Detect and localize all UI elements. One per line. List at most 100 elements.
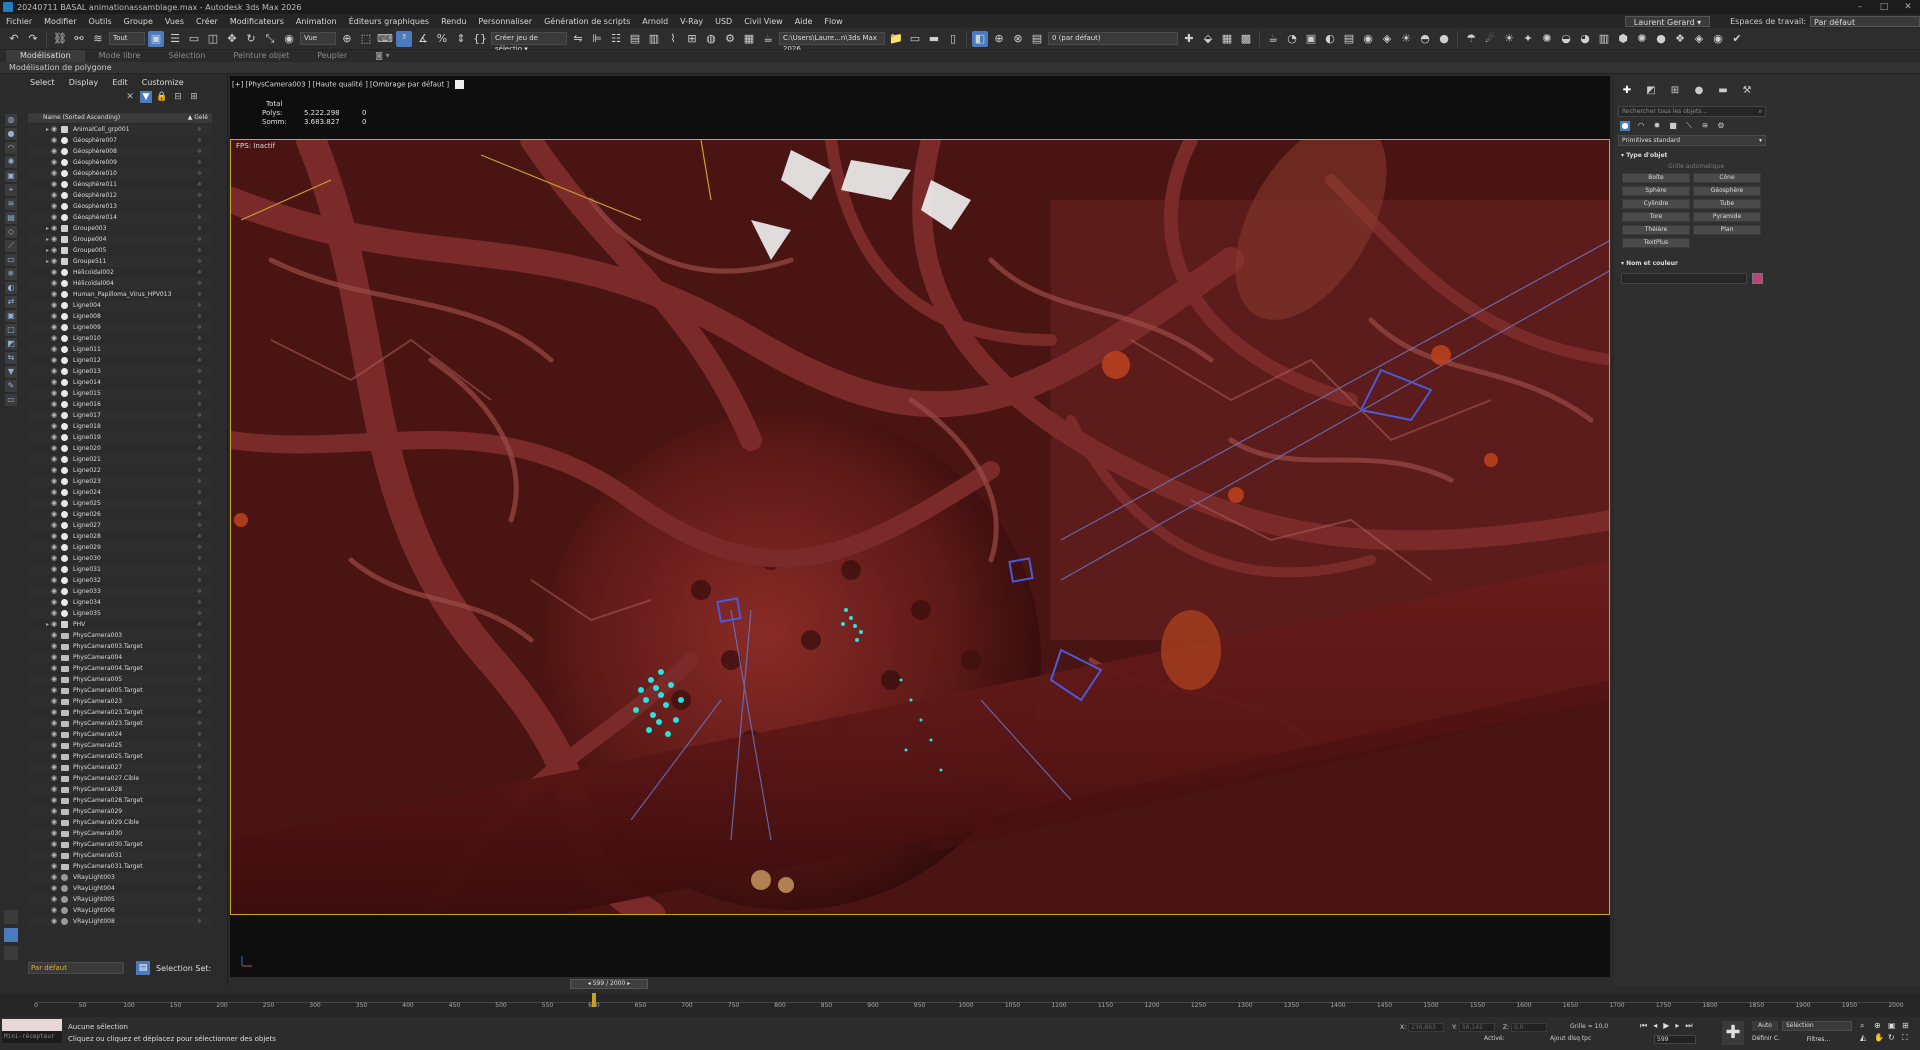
freeze-toggle-icon[interactable]: ❄ (197, 608, 202, 619)
track-bar-ruler[interactable]: 0501001502002503003504004505005506006507… (34, 993, 1904, 1009)
visibility-eye-icon[interactable]: ◉ (51, 399, 57, 410)
freeze-toggle-icon[interactable]: ❄ (197, 465, 202, 476)
visibility-eye-icon[interactable]: ◉ (51, 564, 57, 575)
freeze-toggle-icon[interactable]: ❄ (197, 476, 202, 487)
curve-editor-icon[interactable]: ⌇ (665, 31, 681, 47)
freeze-toggle-icon[interactable]: ❄ (197, 806, 202, 817)
freeze-toggle-icon[interactable]: ❄ (197, 179, 202, 190)
rect-selection-icon[interactable]: ▭ (186, 31, 202, 47)
expand-arrow-icon[interactable]: ▸ (46, 256, 49, 267)
arnold-render-icon[interactable]: ⬢ (1615, 31, 1631, 47)
visibility-eye-icon[interactable]: ◉ (51, 729, 57, 740)
vray-check-icon[interactable]: ✔ (1729, 31, 1745, 47)
visibility-eye-icon[interactable]: ◉ (51, 135, 57, 146)
menu-animation[interactable]: Animation (290, 17, 343, 26)
lights-category-icon[interactable]: ✹ (1652, 121, 1662, 131)
vray-sun-icon[interactable]: ● (1436, 31, 1452, 47)
scene-tree-row[interactable]: ▸ ◉ Groupe003 ❄ (28, 223, 212, 234)
maxscript-output[interactable] (2, 1019, 62, 1031)
visibility-eye-icon[interactable]: ◉ (51, 509, 57, 520)
scene-tree-row[interactable]: ◉ Ligne004 ❄ (28, 300, 212, 311)
viewport-menu-icon[interactable] (455, 80, 465, 89)
freeze-toggle-icon[interactable]: ❄ (197, 828, 202, 839)
box-button[interactable]: Boîte (1622, 173, 1690, 183)
arnold-mesh-icon[interactable]: ✦ (1520, 31, 1536, 47)
visibility-eye-icon[interactable]: ◉ (51, 531, 57, 542)
pan-icon[interactable]: ✋ (1874, 1033, 1886, 1043)
viewport-label[interactable]: [+] [PhysCamera003 ] [Haute qualité ] [O… (232, 80, 465, 89)
explorer-menu-edit[interactable]: Edit (112, 78, 128, 87)
unlink-icon[interactable]: ⚯ (71, 31, 87, 47)
go-to-end-icon[interactable]: ⏭ (1685, 1021, 1692, 1031)
visibility-eye-icon[interactable]: ◉ (51, 432, 57, 443)
visibility-eye-icon[interactable]: ◉ (51, 740, 57, 751)
visibility-eye-icon[interactable]: ◉ (51, 718, 57, 729)
object-name-input[interactable] (1621, 273, 1747, 284)
menu-usd[interactable]: USD (709, 17, 738, 26)
vray-material-icon[interactable]: ◉ (1360, 31, 1376, 47)
pivot-center-icon[interactable]: ⊕ (339, 31, 355, 47)
tab-peinture-objet[interactable]: Peinture objet (219, 50, 303, 62)
visibility-eye-icon[interactable]: ◉ (51, 410, 57, 421)
viewport-render[interactable] (230, 139, 1610, 915)
mini-listener-input[interactable]: Mini-récepteur (2, 1031, 62, 1043)
freeze-toggle-icon[interactable]: ❄ (197, 157, 202, 168)
selection-filter-dropdown[interactable]: Tout (109, 32, 145, 45)
select-none-icon[interactable]: □ (5, 324, 17, 336)
visibility-eye-icon[interactable]: ◉ (51, 828, 57, 839)
scene-tree-row[interactable]: ◉ PhysCamera027.Cible ❄ (28, 773, 212, 784)
motion-tab-icon[interactable]: ● (1692, 84, 1706, 98)
scene-tree-row[interactable]: ◉ VRayLight004 ❄ (28, 883, 212, 894)
menu-arnold[interactable]: Arnold (636, 17, 674, 26)
freeze-toggle-icon[interactable]: ❄ (197, 487, 202, 498)
maximize-viewport-icon[interactable]: ⛶ (1902, 1033, 1914, 1043)
scene-tree-row[interactable]: ◉ Ligne026 ❄ (28, 509, 212, 520)
play-icon[interactable]: ▶ (1663, 1021, 1669, 1031)
visibility-eye-icon[interactable]: ◉ (51, 575, 57, 586)
visibility-eye-icon[interactable]: ◉ (51, 333, 57, 344)
visibility-eye-icon[interactable]: ◉ (51, 366, 57, 377)
menu-creer[interactable]: Créer (190, 17, 224, 26)
arnold-sky-icon[interactable]: ☀ (1501, 31, 1517, 47)
visibility-eye-icon[interactable]: ◉ (51, 245, 57, 256)
scene-tree-row[interactable]: ◉ Ligne009 ❄ (28, 322, 212, 333)
scene-tree-row[interactable]: ◉ Ligne029 ❄ (28, 542, 212, 553)
visibility-eye-icon[interactable]: ◉ (51, 916, 57, 926)
helpers-category-icon[interactable]: ⟍ (1684, 121, 1694, 131)
arnold-sphere-icon[interactable]: ◕ (1577, 31, 1593, 47)
scene-tree-row[interactable]: ◉ Hélicoïdal002 ❄ (28, 267, 212, 278)
scene-tree-row[interactable]: ▸ ◉ Groupe005 ❄ (28, 245, 212, 256)
scene-tree-row[interactable]: ◉ Ligne025 ❄ (28, 498, 212, 509)
set-key-icon[interactable]: ✚ (1722, 1021, 1744, 1045)
freeze-toggle-icon[interactable]: ❄ (197, 751, 202, 762)
container-filter-icon[interactable]: ▭ (5, 254, 17, 266)
scene-tree-row[interactable]: ◉ Ligne035 ❄ (28, 608, 212, 619)
scene-tree-row[interactable]: ◉ Ligne015 ❄ (28, 388, 212, 399)
scene-tree-row[interactable]: ◉ PhysCamera023.Target ❄ (28, 707, 212, 718)
menu-editeurs-graphiques[interactable]: Éditeurs graphiques (343, 17, 435, 26)
visibility-eye-icon[interactable]: ◉ (51, 894, 57, 905)
freeze-toggle-icon[interactable]: ❄ (197, 190, 202, 201)
key-selection-dropdown[interactable]: Sélection (1782, 1021, 1852, 1031)
freeze-toggle-icon[interactable]: ❄ (197, 333, 202, 344)
arnold-spot-icon[interactable]: ☄ (1482, 31, 1498, 47)
xref-filter-icon[interactable]: ◇ (5, 226, 17, 238)
scene-tree-row[interactable]: ◉ Ligne018 ❄ (28, 421, 212, 432)
active-layer-dropdown[interactable]: Par défaut (28, 962, 124, 974)
cone-button[interactable]: Cône (1693, 173, 1761, 183)
visibility-eye-icon[interactable]: ◉ (51, 146, 57, 157)
scene-tree-row[interactable]: ◉ PhysCamera003.Target ❄ (28, 641, 212, 652)
visibility-eye-icon[interactable]: ◉ (51, 322, 57, 333)
visibility-eye-icon[interactable]: ◉ (51, 289, 57, 300)
systems-category-icon[interactable]: ⚙ (1716, 121, 1726, 131)
angle-snap-icon[interactable]: ∡ (415, 31, 431, 47)
chaos-vantage-icon[interactable]: ◈ (1691, 31, 1707, 47)
close-filter-icon[interactable]: ✕ (124, 91, 136, 103)
visibility-eye-icon[interactable]: ◉ (51, 234, 57, 245)
material-editor-icon[interactable]: ◍ (703, 31, 719, 47)
frozen-filter-icon[interactable]: ❄ (5, 268, 17, 280)
freeze-toggle-icon[interactable]: ❄ (197, 520, 202, 531)
freeze-toggle-icon[interactable]: ❄ (197, 223, 202, 234)
zoom-all-icon[interactable]: ⊕ (1874, 1021, 1886, 1031)
visibility-eye-icon[interactable]: ◉ (51, 806, 57, 817)
